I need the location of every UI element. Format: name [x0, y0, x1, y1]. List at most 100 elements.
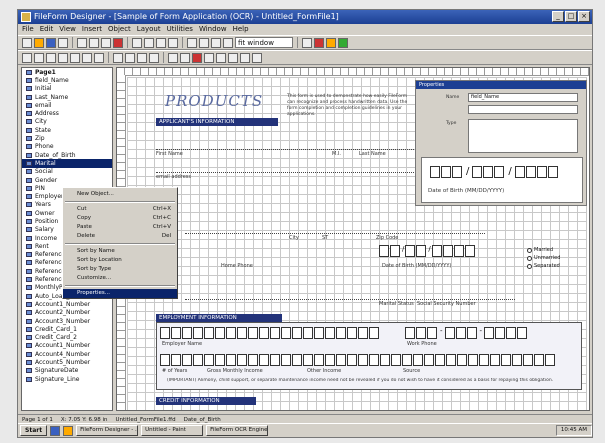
line-tool-icon[interactable] [46, 52, 56, 63]
digit-box[interactable] [336, 354, 346, 366]
digit-box[interactable] [545, 354, 555, 366]
char-box[interactable] [292, 327, 302, 339]
field-tool-icon[interactable] [113, 52, 123, 63]
tree-item[interactable]: Credit_Card_2 [22, 334, 112, 342]
radio-circle[interactable] [527, 247, 532, 253]
digit-box[interactable] [490, 354, 500, 366]
tree-item[interactable]: email [22, 101, 112, 109]
digit-box[interactable] [281, 354, 291, 366]
zoom-out-icon[interactable] [168, 37, 178, 48]
tree-item[interactable]: State [22, 126, 112, 134]
digit-box[interactable] [358, 354, 368, 366]
digit-box[interactable] [237, 354, 247, 366]
digit-box[interactable] [427, 327, 437, 339]
tree-item[interactable]: Zip [22, 134, 112, 142]
digit-box[interactable] [314, 354, 324, 366]
digit-box[interactable] [523, 354, 533, 366]
radio-circle[interactable] [527, 255, 532, 261]
employer-boxes[interactable] [160, 327, 380, 339]
context-menu-item[interactable]: Properties... [63, 289, 177, 298]
properties-window[interactable]: Properties Name field_Name Type / / Date… [415, 80, 587, 206]
tree-item[interactable]: Address [22, 109, 112, 117]
digit-box[interactable] [446, 354, 456, 366]
digit-box[interactable] [193, 354, 203, 366]
font-color-icon[interactable] [192, 52, 202, 63]
send-back-icon[interactable] [252, 52, 262, 63]
barcode-tool-icon[interactable] [125, 52, 135, 63]
context-menu-item[interactable]: Sort by Type [63, 265, 177, 274]
image-tool-icon[interactable] [137, 52, 147, 63]
char-box[interactable] [325, 327, 335, 339]
pointer-icon[interactable] [22, 52, 32, 63]
taskbar-task[interactable]: FileForm Designer - ... [76, 425, 139, 436]
italic-icon[interactable] [180, 52, 190, 63]
digit-box[interactable] [466, 327, 477, 339]
rectangle-tool-icon[interactable] [58, 52, 68, 63]
digit-box[interactable] [259, 354, 269, 366]
taskbar-task[interactable]: Untitled - Paint [141, 425, 204, 436]
digit-box[interactable] [413, 354, 423, 366]
menu-object[interactable]: Object [108, 24, 131, 35]
digit-box[interactable] [390, 245, 400, 257]
bring-front-icon[interactable] [240, 52, 250, 63]
digit-box[interactable] [292, 354, 302, 366]
digit-box[interactable] [464, 245, 475, 257]
digit-box[interactable] [182, 354, 192, 366]
digit-box[interactable] [160, 354, 170, 366]
menu-help[interactable]: Help [233, 24, 249, 35]
tree-item[interactable]: Last_Name [22, 93, 112, 101]
digit-box[interactable] [369, 354, 379, 366]
radio-tool-icon[interactable] [94, 52, 104, 63]
text-tool-icon[interactable] [34, 52, 44, 63]
char-box[interactable] [259, 327, 269, 339]
digit-box[interactable] [435, 354, 445, 366]
new-icon[interactable] [22, 37, 32, 48]
taskbar-task[interactable]: FileForm OCR Engine [206, 425, 269, 436]
quicklaunch-icon[interactable] [63, 425, 74, 436]
context-menu-item[interactable]: Sort by Location [63, 256, 177, 265]
tree-item[interactable]: Gender [22, 176, 112, 184]
tree-root[interactable]: Page1 [22, 68, 112, 76]
tree-item[interactable]: Account2_Number [22, 309, 112, 317]
char-box[interactable] [160, 327, 170, 339]
ellipse-tool-icon[interactable] [70, 52, 80, 63]
zoom-in-icon[interactable] [156, 37, 166, 48]
menu-utilities[interactable]: Utilities [167, 24, 193, 35]
run-icon[interactable] [338, 37, 348, 48]
radio-unmarried[interactable]: Unmarried [527, 255, 560, 261]
digit-box[interactable] [405, 327, 415, 339]
digit-box[interactable] [391, 354, 401, 366]
copy-icon[interactable] [89, 37, 99, 48]
digit-box[interactable] [506, 327, 517, 339]
page-icon[interactable] [199, 37, 209, 48]
context-menu-item[interactable]: Delete Del [63, 232, 177, 241]
menu-edit[interactable]: Edit [40, 24, 54, 35]
grid-icon[interactable] [187, 37, 197, 48]
digit-box[interactable] [501, 354, 511, 366]
title-bar[interactable]: FileForm Designer - [Sample of Form Appl… [18, 10, 592, 24]
digit-box[interactable] [405, 245, 416, 257]
digit-box[interactable] [171, 354, 181, 366]
properties-list[interactable] [468, 119, 578, 153]
align-center-icon[interactable] [216, 52, 226, 63]
undo-icon[interactable] [132, 37, 142, 48]
ssn-field-line[interactable] [185, 299, 515, 300]
char-box[interactable] [215, 327, 225, 339]
tree-item[interactable]: Signature_Line [22, 375, 112, 383]
context-menu-item[interactable]: Copy Ctrl+C [63, 214, 177, 223]
char-box[interactable] [281, 327, 291, 339]
paste-icon[interactable] [101, 37, 111, 48]
radio-circle[interactable] [527, 263, 532, 269]
tree-item[interactable]: Credit_Card_1 [22, 325, 112, 333]
snap-icon[interactable] [211, 37, 221, 48]
digit-box[interactable] [325, 354, 335, 366]
context-menu-item[interactable]: New Object... [63, 190, 177, 199]
digit-box[interactable] [248, 354, 258, 366]
print-icon[interactable] [58, 37, 68, 48]
close-button[interactable]: × [578, 11, 590, 22]
digit-box[interactable] [453, 245, 464, 257]
properties-name-field[interactable]: field_Name [468, 93, 578, 102]
digit-box[interactable] [484, 327, 495, 339]
digit-box[interactable] [444, 327, 455, 339]
menu-insert[interactable]: Insert [82, 24, 102, 35]
